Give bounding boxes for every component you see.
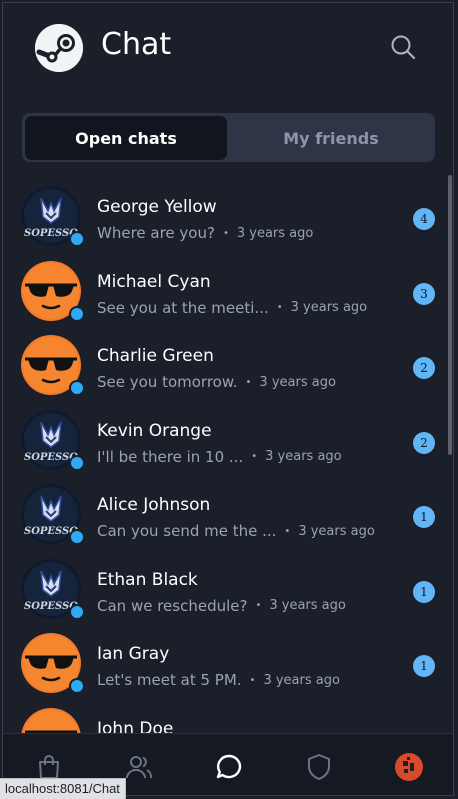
last-message: See you tomorrow.	[97, 373, 238, 391]
last-message: I'll be there in 10 ...	[97, 447, 244, 466]
contact-name: Alice Johnson	[97, 495, 211, 515]
online-status-dot	[69, 380, 85, 396]
last-message: Let's meet at 5 PM.	[97, 671, 242, 689]
last-message: Can you send me the ...	[97, 522, 277, 540]
message-preview-row: Can we reschedule? • 3 years ago	[97, 597, 346, 615]
message-preview-row: Let's meet at 5 PM. • 3 years ago	[97, 671, 340, 689]
message-preview-row: Where are you? • 3 years ago	[97, 224, 313, 242]
message-preview-row: Can you send me the ... • 3 years ago	[97, 522, 375, 540]
status-bar-url: localhost:8081/Chat	[0, 778, 126, 799]
friends-icon[interactable]	[121, 750, 157, 784]
chat-list-item[interactable]: SOPESSO Kevin Orange I'll be there in 10 …	[3, 403, 443, 478]
contact-name: Ian Gray	[97, 644, 170, 664]
contact-name: Ethan Black	[97, 569, 198, 590]
separator-dot: •	[249, 674, 256, 686]
profile-avatar-icon[interactable]	[391, 750, 427, 784]
steam-logo-icon	[35, 24, 83, 72]
message-time: 3 years ago	[265, 449, 342, 464]
message-time: 3 years ago	[298, 523, 375, 539]
message-time: 3 years ago	[263, 672, 340, 688]
message-time: 3 years ago	[236, 225, 314, 241]
unread-count-badge: 1	[413, 655, 435, 677]
chat-list-item[interactable]: SOPESSO Alice Johnson Can you send me the…	[3, 477, 443, 552]
chat-list-scrollbar[interactable]	[448, 175, 452, 455]
separator-dot: •	[276, 302, 283, 313]
page-title: Chat	[101, 27, 172, 62]
message-time: 3 years ago	[269, 598, 346, 613]
last-message: Where are you?	[97, 224, 215, 242]
online-status-dot	[69, 454, 85, 471]
chat-bubble-icon[interactable]	[211, 750, 247, 784]
unread-count-badge: 2	[413, 431, 435, 454]
shield-icon[interactable]	[301, 750, 337, 784]
unread-count-badge: 4	[413, 208, 435, 230]
chat-list-item[interactable]: Ian Gray Let's meet at 5 PM. • 3 years ago 1	[3, 626, 443, 701]
message-preview-row: See you at the meeti... • 3 years ago	[97, 299, 367, 317]
message-preview-row: See you tomorrow. • 3 years ago	[97, 373, 336, 391]
header: Chat	[3, 3, 453, 95]
unread-count-badge: 2	[413, 357, 435, 379]
last-message: See you at the meeti...	[97, 298, 269, 317]
unread-count-badge: 1	[413, 506, 435, 528]
chat-list-item[interactable]: Michael Cyan See you at the meeti... • 3 ye…	[3, 254, 443, 329]
contact-name: George Yellow	[97, 197, 217, 217]
app-frame: Chat Open chats My friends SOPESSO Georg…	[2, 2, 454, 796]
tab-open-chats[interactable]: Open chats	[25, 116, 227, 160]
online-status-dot	[69, 603, 85, 620]
separator-dot: •	[284, 525, 291, 537]
separator-dot: •	[245, 376, 252, 388]
message-time: 3 years ago	[290, 300, 368, 315]
contact-name: Charlie Green	[97, 346, 214, 366]
avatar	[21, 707, 81, 735]
tab-my-friends[interactable]: My friends	[230, 116, 432, 160]
separator-dot: •	[251, 451, 258, 462]
chat-list-item[interactable]: John Doe	[3, 701, 443, 735]
separator-dot: •	[222, 227, 229, 239]
chat-list-item[interactable]: SOPESSO George Yellow Where are you? • 3 ye…	[3, 179, 443, 254]
search-icon[interactable]	[389, 33, 419, 63]
chat-list-item[interactable]: SOPESSO Ethan Black Can we reschedule? • 3 …	[3, 552, 443, 627]
online-status-dot	[69, 305, 85, 322]
message-preview-row: I'll be there in 10 ... • 3 years ago	[97, 448, 342, 466]
separator-dot: •	[255, 600, 262, 611]
chat-tabs: Open chats My friends	[22, 113, 435, 162]
message-time: 3 years ago	[259, 374, 336, 390]
online-status-dot	[69, 678, 85, 694]
chat-list-item[interactable]: Charlie Green See you tomorrow. • 3 years a…	[3, 328, 443, 403]
online-status-dot	[69, 529, 85, 545]
last-message: Can we reschedule?	[97, 596, 248, 615]
chat-list: SOPESSO George Yellow Where are you? • 3 ye…	[3, 179, 443, 735]
unread-count-badge: 3	[413, 282, 435, 305]
unread-count-badge: 1	[413, 580, 435, 603]
online-status-dot	[69, 231, 85, 247]
contact-name: Kevin Orange	[97, 420, 212, 441]
contact-name: Michael Cyan	[97, 271, 211, 292]
